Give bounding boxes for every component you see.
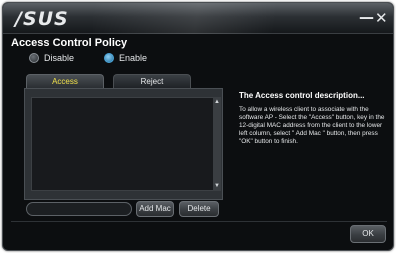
section-title: Access Control Policy: [11, 37, 128, 49]
list-scrollbar[interactable]: ▲ ▼: [213, 97, 221, 191]
asus-access-control-window: /SUS — ✕ Access Control Policy Disable E…: [2, 2, 394, 251]
delete-button[interactable]: Delete: [179, 201, 219, 217]
mac-address-list[interactable]: [31, 97, 216, 191]
ok-button[interactable]: OK: [350, 225, 386, 243]
radio-selected-icon[interactable]: [104, 53, 114, 63]
tab-reject[interactable]: Reject: [113, 74, 191, 88]
radio-disable[interactable]: Disable: [29, 53, 74, 63]
description-body: To allow a wireless client to associate …: [239, 106, 385, 145]
close-button[interactable]: ✕: [375, 9, 388, 27]
radio-enable-label: Enable: [119, 53, 148, 63]
radio-unselected-icon[interactable]: [29, 53, 39, 63]
add-mac-button[interactable]: Add Mac: [136, 201, 174, 217]
scroll-up-icon[interactable]: ▲: [213, 98, 221, 106]
radio-enable[interactable]: Enable: [104, 53, 147, 63]
scroll-down-icon[interactable]: ▼: [213, 182, 221, 190]
footer-divider: [11, 221, 387, 222]
mac-address-input[interactable]: [26, 202, 132, 216]
minimize-button[interactable]: —: [359, 8, 374, 26]
description-title: The Access control description...: [239, 91, 365, 100]
asus-logo: /SUS: [15, 8, 69, 30]
radio-disable-label: Disable: [44, 53, 75, 63]
title-bar[interactable]: /SUS — ✕: [3, 3, 393, 34]
tab-access[interactable]: Access: [26, 74, 104, 88]
